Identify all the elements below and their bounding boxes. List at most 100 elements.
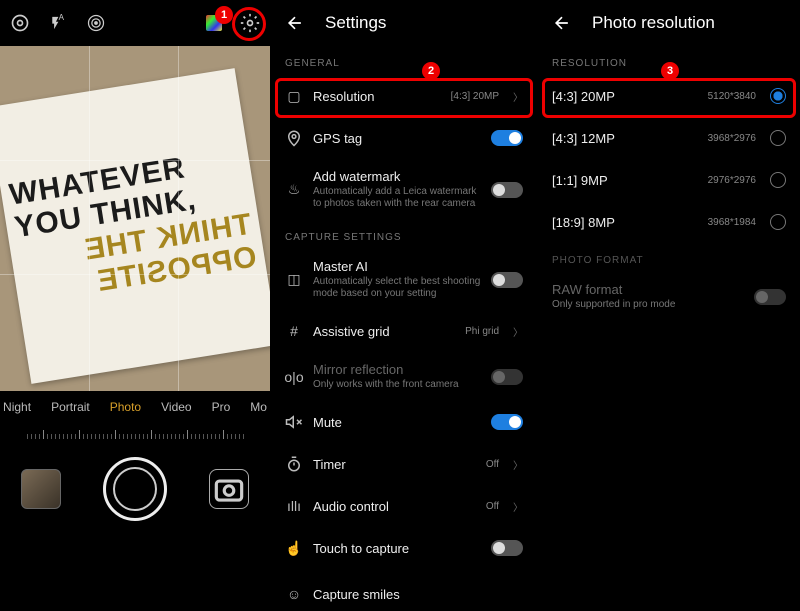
resolution-screen: Photo resolution RESOLUTION [4:3] 20MP 5… [537, 0, 800, 554]
row-label: Touch to capture [313, 541, 481, 556]
row-touch[interactable]: ☝ Touch to capture [271, 527, 537, 569]
audio-icon: ıllı [285, 497, 303, 515]
row-masterai[interactable]: ◫ Master AI Automatically select the bes… [271, 249, 537, 310]
row-label: Capture smiles [313, 587, 523, 602]
row-sub: Automatically select the best shooting m… [313, 276, 481, 300]
mode-photo[interactable]: Photo [110, 400, 141, 414]
row-label: Mute [313, 415, 481, 430]
row-gps[interactable]: GPS tag [271, 117, 537, 159]
location-icon [285, 129, 303, 147]
toggle-mirror [491, 369, 523, 385]
chevron-right-icon: 〉 [513, 499, 523, 514]
watermark-icon: ♨ [285, 181, 303, 199]
camera-screen: A WHATEVER YOU THINK, THINK THE OPPOSITE… [0, 0, 270, 554]
radio-button[interactable] [770, 130, 786, 146]
row-value: [4:3] 20MP [451, 91, 499, 102]
row-label: Assistive grid [313, 324, 455, 339]
ai-icon[interactable] [10, 13, 30, 33]
row-raw: RAW format Only supported in pro mode [538, 272, 800, 321]
live-photo-icon[interactable] [86, 13, 106, 33]
row-label: GPS tag [313, 131, 481, 146]
mode-ticks [0, 423, 270, 439]
row-sub: Only works with the front camera [313, 379, 481, 391]
radio-row-9mp[interactable]: [1:1] 9MP 2976*2976 [538, 159, 800, 201]
chevron-right-icon: 〉 [513, 457, 523, 472]
switch-camera-button[interactable] [209, 469, 249, 509]
settings-header: Settings [271, 0, 537, 46]
option-label: [18:9] 8MP [552, 215, 698, 230]
option-label: [4:3] 20MP [552, 89, 698, 104]
mode-selector[interactable]: Night Portrait Photo Video Pro Mo [0, 391, 270, 423]
filter-icon[interactable] [206, 15, 222, 31]
row-mute[interactable]: Mute [271, 401, 537, 443]
row-label: Audio control [313, 499, 476, 514]
row-label: Master AI [313, 259, 481, 274]
radio-button[interactable] [770, 172, 786, 188]
gallery-thumbnail[interactable] [21, 469, 61, 509]
option-dims: 3968*2976 [708, 133, 756, 144]
option-label: [1:1] 9MP [552, 173, 698, 188]
viewfinder[interactable]: WHATEVER YOU THINK, THINK THE OPPOSITE [0, 46, 270, 391]
camera-controls [0, 439, 270, 539]
row-sub: Only supported in pro mode [552, 299, 744, 311]
row-mirror: o|o Mirror reflection Only works with th… [271, 352, 537, 401]
shutter-button[interactable] [103, 457, 167, 521]
toggle-raw [754, 289, 786, 305]
back-icon[interactable] [552, 13, 572, 33]
toggle-mute[interactable] [491, 414, 523, 430]
mode-more[interactable]: Mo [250, 400, 267, 414]
row-label: Add watermark [313, 169, 481, 184]
row-label: Resolution [313, 89, 441, 104]
poster-subject: WHATEVER YOU THINK, THINK THE OPPOSITE [0, 68, 270, 384]
mode-pro[interactable]: Pro [212, 400, 231, 414]
row-label: RAW format [552, 282, 744, 297]
chevron-right-icon: 〉 [513, 324, 523, 339]
resolution-title: Photo resolution [592, 13, 715, 33]
row-value: Phi grid [465, 326, 499, 337]
settings-screen: Settings GENERAL ▢ Resolution [4:3] 20MP… [270, 0, 537, 554]
option-label: [4:3] 12MP [552, 131, 698, 146]
section-capture: CAPTURE SETTINGS [271, 220, 537, 249]
touch-icon: ☝ [285, 539, 303, 557]
section-format: PHOTO FORMAT [538, 243, 800, 272]
toggle-watermark[interactable] [491, 182, 523, 198]
row-timer[interactable]: Timer Off 〉 [271, 443, 537, 485]
row-audio[interactable]: ıllı Audio control Off 〉 [271, 485, 537, 527]
toggle-gps[interactable] [491, 130, 523, 146]
radio-button[interactable] [770, 88, 786, 104]
row-value: Off [486, 459, 499, 470]
option-dims: 3968*1984 [708, 217, 756, 228]
mode-video[interactable]: Video [161, 400, 191, 414]
section-resolution: RESOLUTION [538, 46, 800, 75]
flash-icon[interactable]: A [48, 13, 68, 33]
row-watermark[interactable]: ♨ Add watermark Automatically add a Leic… [271, 159, 537, 220]
radio-row-20mp[interactable]: [4:3] 20MP 5120*3840 [538, 75, 800, 117]
option-dims: 5120*3840 [708, 91, 756, 102]
radio-row-12mp[interactable]: [4:3] 12MP 3968*2976 [538, 117, 800, 159]
row-sub: Automatically add a Leica watermark to p… [313, 186, 481, 210]
radio-row-8mp[interactable]: [18:9] 8MP 3968*1984 [538, 201, 800, 243]
mute-icon [285, 413, 303, 431]
settings-title: Settings [325, 13, 386, 33]
mode-portrait[interactable]: Portrait [51, 400, 90, 414]
mode-night[interactable]: Night [3, 400, 31, 414]
timer-icon [285, 455, 303, 473]
section-general: GENERAL [271, 46, 537, 75]
row-value: Off [486, 501, 499, 512]
smile-icon: ☺ [285, 585, 303, 603]
option-dims: 2976*2976 [708, 175, 756, 186]
row-label: Mirror reflection [313, 362, 481, 377]
row-smiles[interactable]: ☺ Capture smiles [271, 569, 537, 611]
radio-button[interactable] [770, 214, 786, 230]
camera-top-bar: A [0, 0, 270, 46]
row-grid[interactable]: # Assistive grid Phi grid 〉 [271, 310, 537, 352]
toggle-masterai[interactable] [491, 272, 523, 288]
row-resolution[interactable]: ▢ Resolution [4:3] 20MP 〉 [271, 75, 537, 117]
gear-icon[interactable] [240, 13, 260, 33]
back-icon[interactable] [285, 13, 305, 33]
grid-icon: # [285, 322, 303, 340]
resolution-icon: ▢ [285, 87, 303, 105]
resolution-header: Photo resolution [538, 0, 800, 46]
chevron-right-icon: 〉 [513, 89, 523, 104]
mirror-icon: o|o [285, 368, 303, 386]
